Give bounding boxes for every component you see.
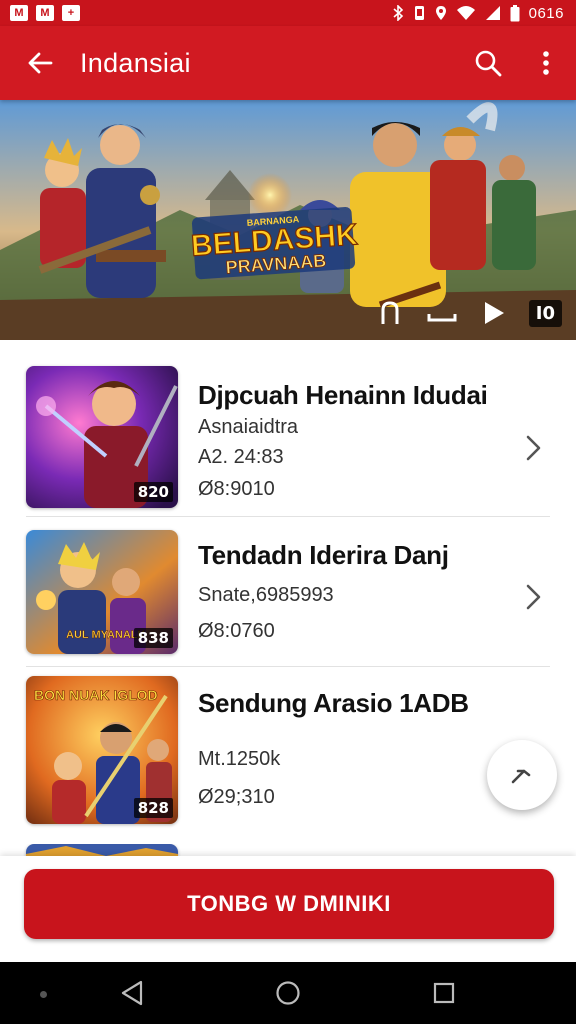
- search-icon: [475, 50, 502, 77]
- item-subtitle: Asnaiaidtra: [198, 416, 299, 438]
- app-bar: Indansiai: [0, 26, 576, 100]
- battery-icon: [510, 4, 520, 21]
- vibrate-icon: [414, 6, 424, 20]
- wifi-icon: [456, 6, 475, 20]
- nav-home-button[interactable]: [273, 978, 303, 1008]
- page-title: Indansiai: [80, 47, 191, 78]
- item-title: Tendadn Iderira Danj: [198, 540, 449, 570]
- item-duration: Ø8:9010: [198, 478, 275, 500]
- circle-home-icon: [276, 981, 300, 1005]
- item-open-button[interactable]: [520, 431, 546, 465]
- item-badge: 820: [133, 482, 173, 502]
- gmail-notification-icon: M: [36, 5, 54, 21]
- system-nav-bar: [0, 962, 576, 1024]
- nav-back-button[interactable]: [117, 978, 147, 1008]
- overflow-menu-button[interactable]: [516, 26, 576, 100]
- item-badge: 828: [133, 798, 173, 818]
- hero-banner[interactable]: BARNANGA BELDASHK PRAVNAAB I0: [0, 100, 576, 340]
- search-button[interactable]: [460, 26, 516, 100]
- status-bar: M M + 0616: [0, 0, 576, 26]
- status-time: 0616: [528, 4, 564, 22]
- item-thumbnail: AUL MYANALK 838: [26, 530, 178, 654]
- nav-recents-button[interactable]: [429, 978, 459, 1008]
- location-icon: [435, 6, 446, 20]
- item-badge: 838: [133, 628, 173, 648]
- square-recents-icon: [433, 982, 455, 1004]
- thumb-text: BON NUAK IGLOD: [34, 687, 158, 703]
- list-item[interactable]: 820 Djpcuah Henainn Idudai Asnaiaidtra A…: [0, 348, 576, 508]
- hero-controls: I0: [373, 298, 562, 328]
- chevron-right-icon: [526, 584, 541, 610]
- item-meta: Mt.1250k: [198, 748, 281, 770]
- item-open-button[interactable]: [520, 580, 546, 614]
- item-title: Djpcuah Henainn Idudai: [198, 380, 488, 410]
- notification-icons: M M +: [10, 5, 80, 21]
- replay-button[interactable]: [373, 298, 407, 328]
- hero-counter: I0: [528, 299, 562, 327]
- arrow-back-icon: [28, 52, 53, 74]
- primary-cta-button[interactable]: TONBG W DMINIKI: [24, 869, 554, 939]
- plus-notification-icon: +: [62, 5, 80, 21]
- more-vert-icon: [543, 51, 549, 75]
- divider: [26, 666, 550, 667]
- bottom-action-area: TONBG W DMINIKI: [0, 856, 576, 962]
- fullscreen-button[interactable]: [425, 298, 459, 328]
- item-duration: Ø29;310: [198, 786, 275, 808]
- play-button[interactable]: [477, 298, 511, 328]
- item-thumbnail: BON NUAK IGLOD 828: [26, 676, 178, 824]
- signal-icon: [485, 6, 500, 20]
- gmail-notification-icon: M: [10, 5, 28, 21]
- bluetooth-icon: [393, 5, 403, 21]
- floating-action-button[interactable]: [487, 740, 557, 810]
- list-item[interactable]: AUL MYANALK 838 Tendadn Iderira Danj Sna…: [0, 518, 576, 668]
- edit-arrow-icon: [511, 769, 531, 784]
- item-thumbnail: 820: [26, 366, 178, 508]
- system-icons: 0616: [392, 4, 564, 22]
- item-meta: Snate,6985993: [198, 584, 334, 606]
- triangle-back-icon: [121, 980, 143, 1006]
- item-meta: A2. 24:83: [198, 446, 284, 468]
- divider: [26, 516, 550, 517]
- replay-icon: [381, 301, 399, 324]
- item-duration: Ø8:0760: [198, 620, 275, 642]
- chevron-right-icon: [526, 435, 541, 461]
- item-title: Sendung Arasio 1ADB: [198, 688, 469, 718]
- list-item[interactable]: BON NUAK IGLOD 828 Sendung Arasio 1ADB M…: [0, 668, 576, 824]
- nav-dot-icon: [40, 991, 47, 998]
- back-button[interactable]: [0, 26, 80, 100]
- fullscreen-icon: [427, 314, 457, 322]
- play-icon: [484, 302, 504, 324]
